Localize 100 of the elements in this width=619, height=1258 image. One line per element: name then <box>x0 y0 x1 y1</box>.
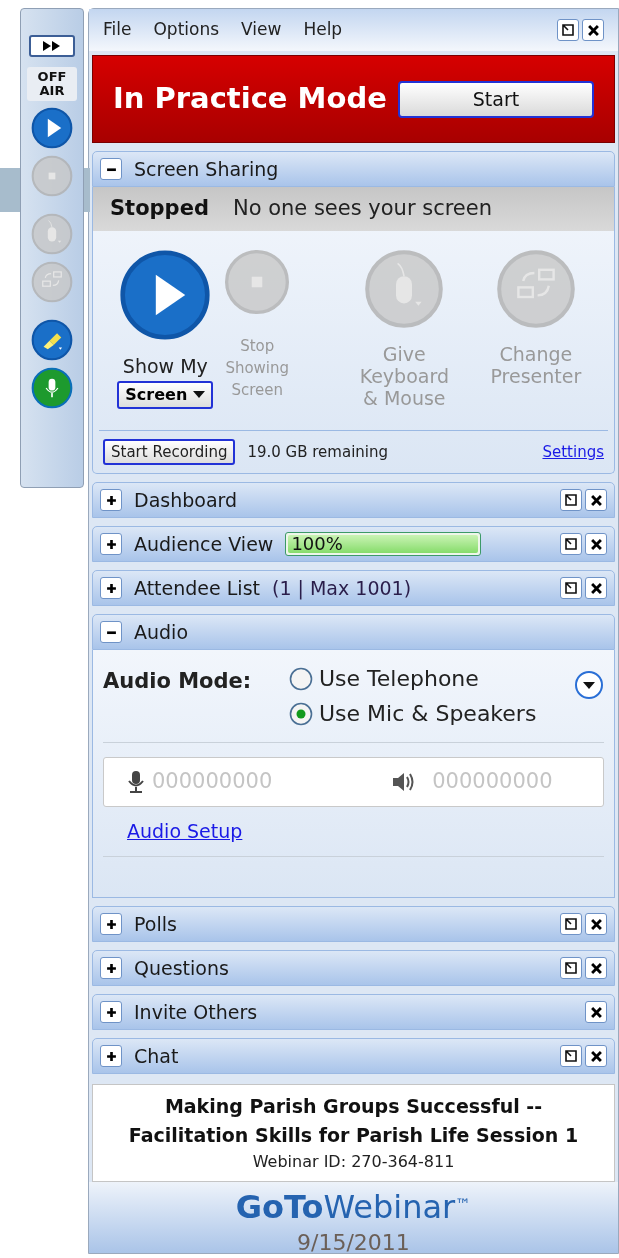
webinar-id: Webinar ID: 270-364-811 <box>252 1151 455 1173</box>
popout-icon <box>565 538 577 550</box>
meter-reading: 100% <box>291 533 343 555</box>
close-button[interactable] <box>585 913 607 935</box>
action-label: Give Keyboard & Mouse <box>359 343 449 409</box>
caret-icon <box>193 391 206 399</box>
panel-title: Attendee List <box>134 575 260 601</box>
play-icon[interactable] <box>119 249 212 341</box>
panel-header[interactable]: Audience View 100% <box>92 526 615 562</box>
audio-setup-link[interactable]: Audio Setup <box>127 820 243 842</box>
close-icon <box>590 494 602 506</box>
menu-item[interactable]: View <box>241 17 282 43</box>
close-button[interactable] <box>585 1001 607 1023</box>
close-button[interactable] <box>585 489 607 511</box>
panel-header[interactable]: Attendee List (1 | Max 1001) <box>92 570 615 606</box>
panel-title: Audio <box>134 619 188 645</box>
panel-header[interactable]: Invite Others <box>92 994 615 1030</box>
screen-dropdown[interactable]: Screen <box>117 381 214 409</box>
menu-item[interactable]: Options <box>153 17 220 43</box>
settings-link[interactable]: Settings <box>542 440 604 464</box>
panel-title: Audience View <box>134 531 274 557</box>
radio-option[interactable]: Use Telephone <box>289 662 537 695</box>
plus-icon <box>105 918 117 930</box>
close-icon <box>590 1050 602 1062</box>
panel-title: Screen Sharing <box>134 156 279 182</box>
panel-title: Invite Others <box>134 999 258 1025</box>
popout-icon <box>565 494 577 506</box>
popout-icon <box>565 582 577 594</box>
menu-item[interactable]: File <box>103 17 132 43</box>
radio-option[interactable]: Use Mic & Speakers <box>289 697 537 730</box>
popout-button[interactable] <box>557 19 579 41</box>
sharing-status-text: No one sees your screen <box>232 195 493 223</box>
close-icon <box>590 918 602 930</box>
panel-title: Questions <box>134 955 229 981</box>
storage-remaining: 19.0 GB remaining <box>247 441 389 463</box>
start-recording-button[interactable]: Start Recording <box>103 438 236 466</box>
expand-button[interactable] <box>100 577 122 599</box>
plus-icon <box>105 962 117 974</box>
panel-header[interactable]: Audio <box>92 614 615 650</box>
mic-icon[interactable] <box>31 367 73 409</box>
product-logo: GoToWebinar$^{™}$ <box>235 1188 472 1226</box>
expand-button[interactable] <box>100 489 122 511</box>
panel-header[interactable]: Chat <box>92 1038 615 1074</box>
panel-header[interactable]: Polls <box>92 906 615 942</box>
close-icon <box>590 962 602 974</box>
start-button[interactable]: Start <box>398 80 594 118</box>
close-icon <box>590 1006 602 1018</box>
expand-button[interactable] <box>100 1001 122 1023</box>
close-icon <box>590 582 602 594</box>
panel-title: Dashboard <box>134 487 238 513</box>
forward-button[interactable] <box>29 35 75 57</box>
popout-button[interactable] <box>560 533 582 555</box>
popout-button[interactable] <box>560 489 582 511</box>
expand-button[interactable] <box>100 957 122 979</box>
plus-icon <box>105 1050 117 1062</box>
microphone-icon <box>126 770 146 794</box>
popout-icon <box>565 962 577 974</box>
close-button[interactable] <box>585 577 607 599</box>
play-icon[interactable] <box>31 107 73 149</box>
off-air-indicator: OFF AIR <box>27 67 77 101</box>
close-button[interactable] <box>585 1045 607 1067</box>
close-icon <box>587 24 599 36</box>
popout-icon <box>565 918 577 930</box>
expand-button[interactable] <box>100 533 122 555</box>
plus-icon <box>105 538 117 550</box>
speaker-level-digits: 000000000 <box>432 768 553 796</box>
attendee-count: (1 | Max 1001) <box>272 575 412 602</box>
panel-header[interactable]: Dashboard <box>92 482 615 518</box>
panel-title: Chat <box>134 1043 179 1069</box>
close-button[interactable] <box>582 19 604 41</box>
action-label[interactable]: Show My <box>122 355 208 377</box>
expand-button[interactable] <box>100 913 122 935</box>
popout-button[interactable] <box>560 913 582 935</box>
banner-title: In Practice Mode <box>113 80 387 118</box>
popout-button[interactable] <box>560 577 582 599</box>
collapse-button[interactable] <box>100 158 122 180</box>
expand-button[interactable] <box>100 1045 122 1067</box>
audio-mode-label: Audio Mode: <box>103 668 253 695</box>
popout-icon <box>565 1050 577 1062</box>
close-button[interactable] <box>585 957 607 979</box>
action-label: Stop Showing Screen <box>225 336 290 401</box>
popout-button[interactable] <box>560 957 582 979</box>
popout-button[interactable] <box>560 1045 582 1067</box>
popout-icon <box>562 24 574 36</box>
menu-item[interactable]: Help <box>303 17 343 43</box>
mic-level-digits: 000000000 <box>152 768 273 796</box>
close-icon <box>590 538 602 550</box>
plus-icon <box>105 1006 117 1018</box>
panel-title: Polls <box>134 911 177 937</box>
fast-forward-icon <box>43 41 61 51</box>
panel-header[interactable]: Screen Sharing <box>92 151 615 187</box>
plus-icon <box>105 582 117 594</box>
draw-icon[interactable] <box>31 319 73 361</box>
webinar-title: Making Parish Groups Successful -- Facilitation Skills for Parish Life Session 1 <box>128 1094 579 1148</box>
dropdown-icon[interactable] <box>574 670 604 700</box>
collapse-button[interactable] <box>100 621 122 643</box>
slide-date: 9/15/2011 <box>297 1229 410 1257</box>
panel-header[interactable]: Questions <box>92 950 615 986</box>
action-label: Change Presenter <box>490 343 582 387</box>
close-button[interactable] <box>585 533 607 555</box>
